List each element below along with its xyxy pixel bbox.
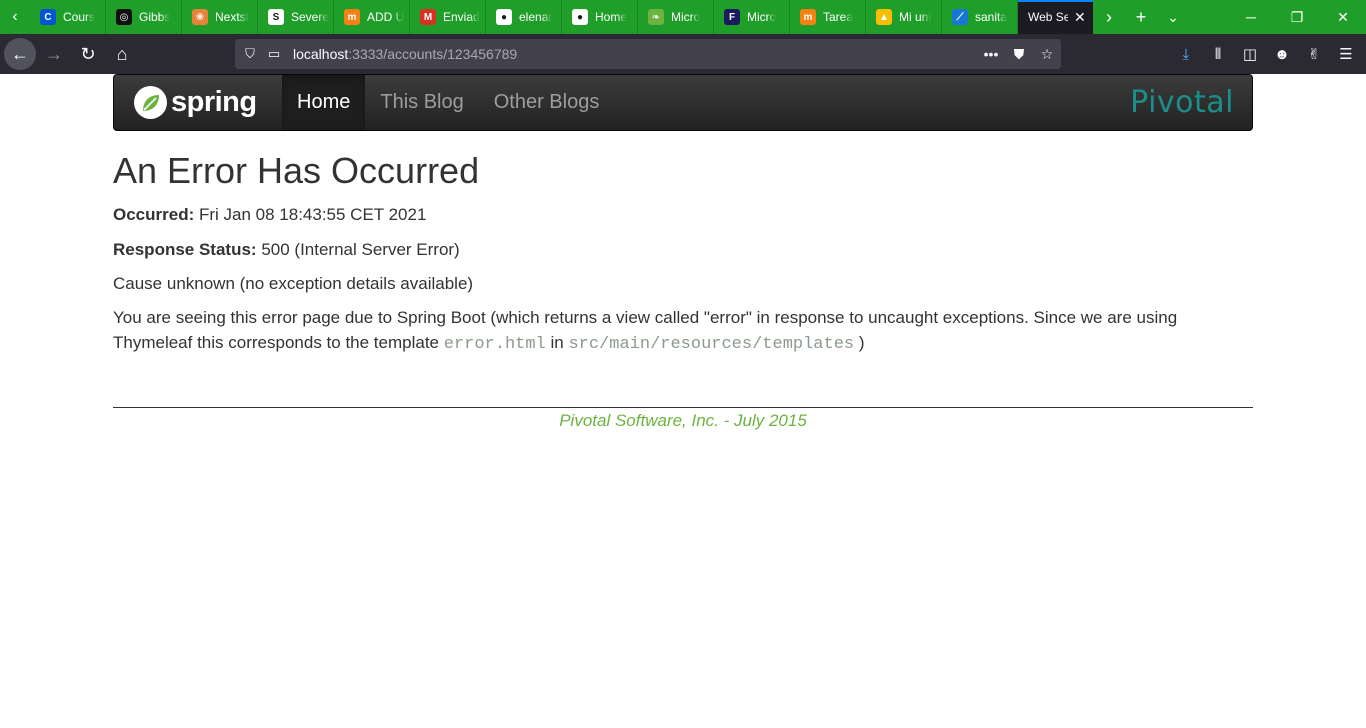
more-actions-icon[interactable]: ••• bbox=[977, 40, 1005, 68]
pivotal-logo: Pivotal bbox=[1130, 85, 1234, 120]
restore-icon[interactable]: ❐ bbox=[1274, 0, 1320, 34]
url-bar[interactable]: ⛉ ▭ localhost:3333/accounts/123456789 ••… bbox=[235, 39, 1061, 69]
window-controls: ─ ❐ ✕ bbox=[1228, 0, 1366, 34]
scroll-tabs-left-icon[interactable]: ‹ bbox=[0, 0, 30, 34]
tab-label: elenar bbox=[519, 10, 553, 24]
spring-icon: ❧ bbox=[648, 9, 664, 25]
github-icon: ● bbox=[572, 9, 588, 25]
status-label: Response Status: bbox=[113, 240, 257, 259]
page-content: spring Home This Blog Other Blogs Pivotal … bbox=[0, 74, 1366, 728]
nav-link-home[interactable]: Home bbox=[282, 75, 366, 130]
tab[interactable]: C Cours bbox=[30, 0, 106, 34]
tab[interactable]: ⟋ sanita bbox=[942, 0, 1018, 34]
occurred-line: Occurred: Fri Jan 08 18:43:55 CET 2021 bbox=[113, 202, 1253, 227]
gibbs-icon: ◎ bbox=[116, 9, 132, 25]
sidebar-icon[interactable]: ◫ bbox=[1234, 38, 1266, 70]
spring-brand[interactable]: spring bbox=[114, 75, 282, 130]
tab-label: Enviad bbox=[443, 10, 480, 24]
minimize-icon[interactable]: ─ bbox=[1228, 0, 1274, 34]
forward-icon[interactable]: → bbox=[38, 38, 70, 70]
explanation: You are seeing this error page due to Sp… bbox=[113, 305, 1253, 357]
moodle-icon: m bbox=[800, 9, 816, 25]
tab[interactable]: ◎ Gibbs bbox=[106, 0, 182, 34]
tab-label: Micro bbox=[747, 10, 777, 24]
tab-label: Web Se bbox=[1028, 10, 1068, 24]
tab[interactable]: M Enviad bbox=[410, 0, 486, 34]
footer-divider bbox=[113, 407, 1253, 408]
gmail-icon: M bbox=[420, 9, 436, 25]
footer-text: Pivotal Software, Inc. - July 2015 bbox=[559, 411, 807, 430]
url-actions: ••• ⛊ ☆ bbox=[977, 40, 1061, 68]
spring-leaf-icon bbox=[134, 86, 167, 119]
google-drive-icon: ▲ bbox=[876, 9, 892, 25]
tab[interactable]: ▲ Mi uni bbox=[866, 0, 942, 34]
in-word: in bbox=[545, 333, 569, 352]
scroll-tabs-right-icon[interactable]: › bbox=[1093, 0, 1125, 34]
menu-icon[interactable]: ☰ bbox=[1330, 38, 1362, 70]
home-icon[interactable]: ⌂ bbox=[106, 38, 138, 70]
document-icon: S bbox=[268, 9, 284, 25]
navigation-toolbar: ← → ↻ ⌂ ⛉ ▭ localhost:3333/accounts/1234… bbox=[0, 34, 1366, 74]
tab-active[interactable]: Web Se ✕ bbox=[1018, 0, 1093, 34]
extension-icon[interactable]: ✌ bbox=[1298, 38, 1330, 70]
tab-label: Severe bbox=[291, 10, 330, 24]
bookmark-star-icon[interactable]: ☆ bbox=[1033, 40, 1061, 68]
github-icon: ● bbox=[496, 9, 512, 25]
tab[interactable]: ● Home bbox=[562, 0, 638, 34]
tab-label: Gibbs bbox=[139, 10, 171, 24]
close-window-icon[interactable]: ✕ bbox=[1320, 0, 1366, 34]
list-tabs-icon[interactable]: ⌄ bbox=[1157, 0, 1189, 34]
tab-label: Cours bbox=[63, 10, 96, 24]
site-nav-links: Home This Blog Other Blogs bbox=[282, 75, 614, 130]
tab-label: Tarea bbox=[823, 10, 854, 24]
page-info-icon[interactable]: ▭ bbox=[265, 46, 283, 62]
occurred-value: Fri Jan 08 18:43:55 CET 2021 bbox=[194, 205, 427, 224]
chart-icon: ⟋ bbox=[952, 9, 968, 25]
toolbar-right: ⤓ ⫴ ◫ ☻ ✌ ☰ bbox=[1170, 38, 1362, 70]
url-host: localhost bbox=[293, 46, 349, 62]
spring-logo-text: spring bbox=[171, 86, 257, 118]
status-line: Response Status: 500 (Internal Server Er… bbox=[113, 237, 1253, 262]
template-file: error.html bbox=[443, 335, 546, 354]
url-path: :3333/accounts/123456789 bbox=[348, 46, 518, 62]
tab-label: Home bbox=[595, 10, 628, 24]
tab[interactable]: m Tarea bbox=[790, 0, 866, 34]
new-tab-icon[interactable]: + bbox=[1125, 0, 1157, 34]
tab[interactable]: F Micro bbox=[714, 0, 790, 34]
template-dir: src/main/resources/templates bbox=[568, 335, 855, 354]
nav-link-other-blogs[interactable]: Other Blogs bbox=[479, 75, 615, 130]
pocket-icon[interactable]: ⛊ bbox=[1005, 40, 1033, 68]
tab-label: Nextst bbox=[215, 10, 250, 24]
status-value: 500 (Internal Server Error) bbox=[256, 240, 460, 259]
site-navbar: spring Home This Blog Other Blogs Pivotal bbox=[113, 74, 1253, 131]
close-tab-icon[interactable]: ✕ bbox=[1074, 9, 1086, 26]
tab-strip: ‹ C Cours ◎ Gibbs ❀ Nextst S Severe m ADD U M Envia… bbox=[0, 0, 1366, 34]
tab-label: Micro bbox=[671, 10, 701, 24]
back-icon[interactable]: ← bbox=[4, 38, 36, 70]
coursera-icon: C bbox=[40, 9, 56, 25]
explanation-end: ) bbox=[854, 333, 865, 352]
tab[interactable]: ● elenar bbox=[486, 0, 562, 34]
cause-line: Cause unknown (no exception details avai… bbox=[113, 274, 474, 293]
tracking-shield-icon[interactable]: ⛉ bbox=[241, 46, 259, 62]
tab[interactable]: m ADD U bbox=[334, 0, 410, 34]
moodle-icon: m bbox=[344, 9, 360, 25]
tab-label: sanita bbox=[975, 10, 1008, 24]
tab[interactable]: S Severe bbox=[258, 0, 334, 34]
reload-icon[interactable]: ↻ bbox=[72, 38, 104, 70]
tab[interactable]: ❧ Micro bbox=[638, 0, 714, 34]
f-icon: F bbox=[724, 9, 740, 25]
library-icon[interactable]: ⫴ bbox=[1202, 38, 1234, 70]
account-icon[interactable]: ☻ bbox=[1266, 38, 1298, 70]
page-title: An Error Has Occurred bbox=[113, 150, 480, 191]
nav-link-this-blog[interactable]: This Blog bbox=[365, 75, 478, 130]
url-text[interactable]: localhost:3333/accounts/123456789 bbox=[293, 46, 517, 62]
tab-list: C Cours ◎ Gibbs ❀ Nextst S Severe m ADD U M Enviad ●… bbox=[30, 0, 1018, 34]
tab[interactable]: ❀ Nextst bbox=[182, 0, 258, 34]
tab-label: ADD U bbox=[367, 10, 405, 24]
nextstep-icon: ❀ bbox=[192, 9, 208, 25]
occurred-label: Occurred: bbox=[113, 205, 195, 224]
tab-label: Mi uni bbox=[899, 10, 932, 24]
downloads-icon[interactable]: ⤓ bbox=[1170, 38, 1202, 70]
